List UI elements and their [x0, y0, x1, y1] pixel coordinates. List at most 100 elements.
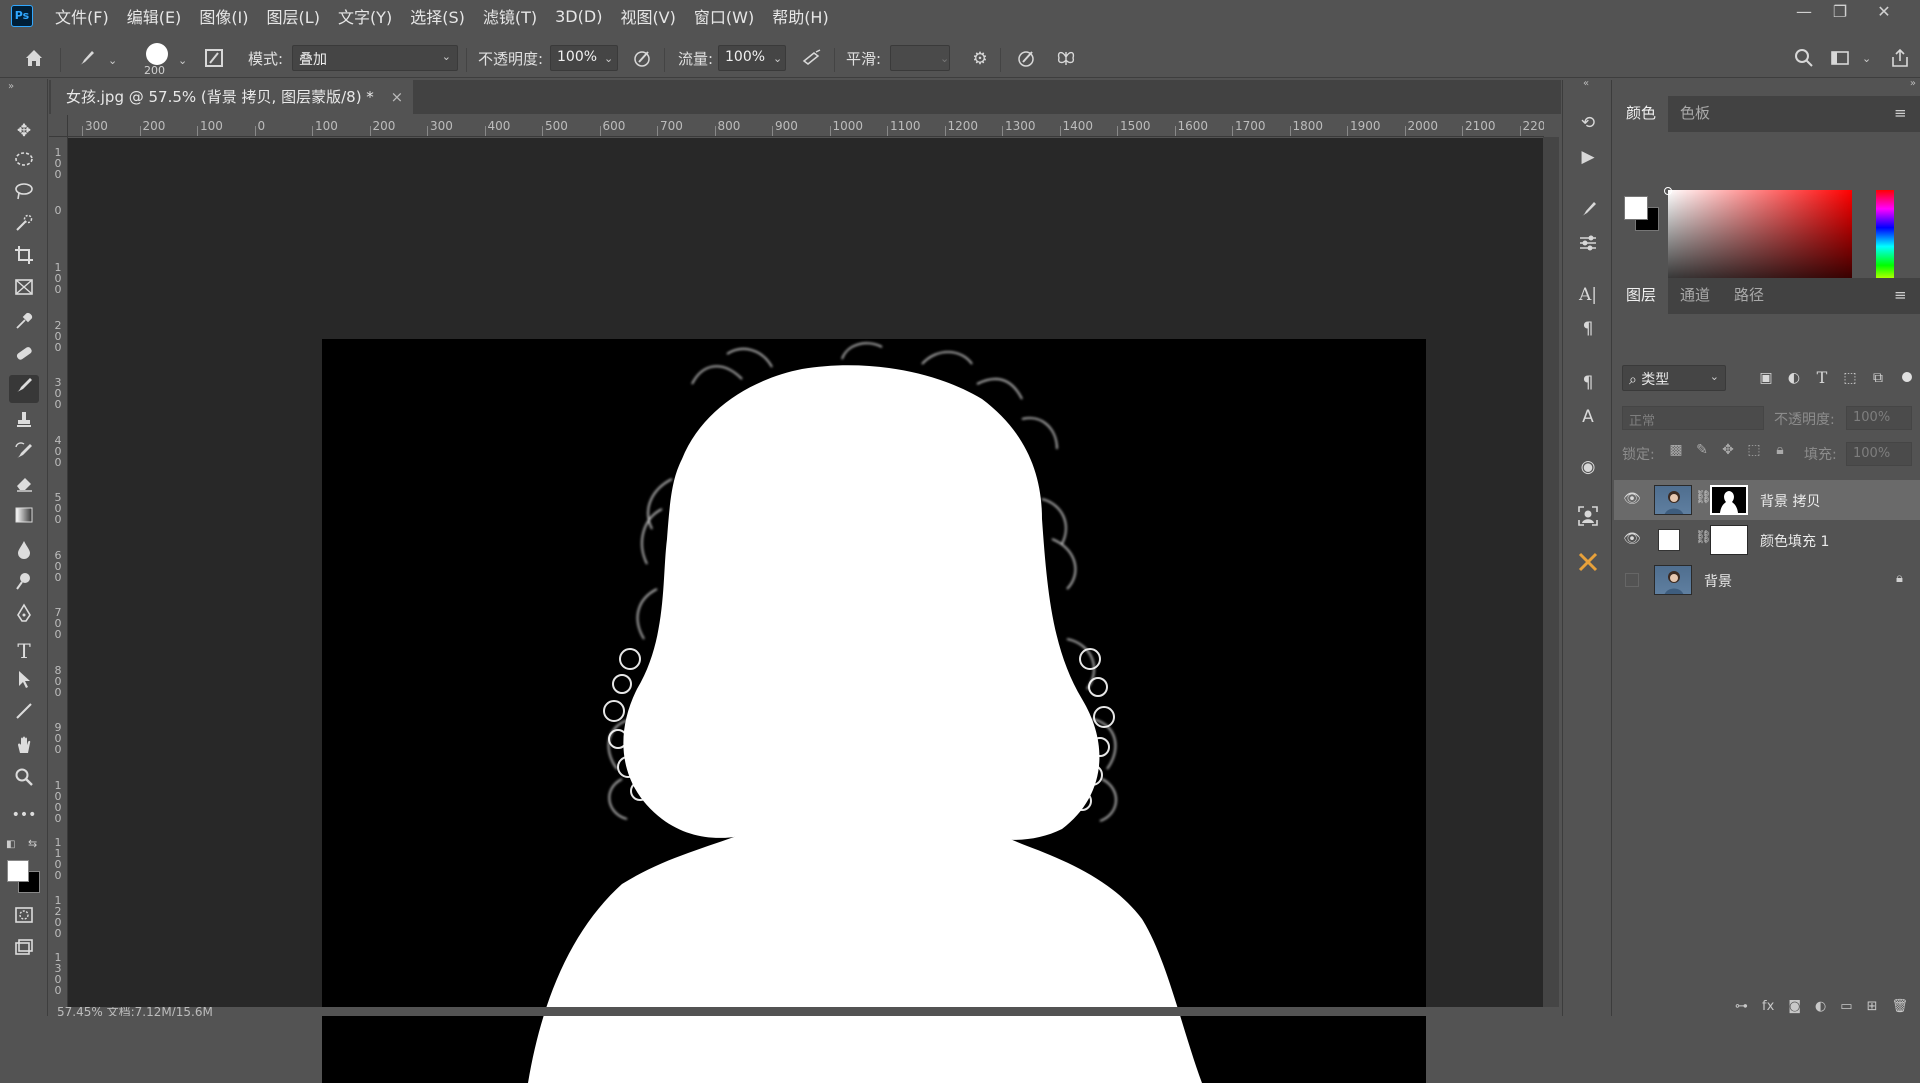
menu-select[interactable]: 选择(S) [410, 4, 465, 28]
tools-cross-icon[interactable] [1575, 550, 1601, 576]
visibility-toggle-off[interactable] [1625, 573, 1639, 587]
person-frame-icon[interactable] [1575, 504, 1601, 530]
menu-filter[interactable]: 滤镜(T) [483, 4, 537, 28]
workspace-icon[interactable] [1828, 47, 1852, 71]
layer-filter-select[interactable]: ⌕ 类型 ⌄ [1622, 365, 1726, 391]
type-tool-icon[interactable]: T [9, 637, 39, 665]
eyedropper-tool-icon[interactable] [9, 311, 39, 339]
layer-name[interactable]: 颜色填充 1 [1760, 531, 1829, 551]
layer-name[interactable]: 背景 拷贝 [1760, 491, 1820, 511]
blend-mode-select[interactable]: 叠加 ⌄ [292, 45, 458, 71]
filter-type-icon[interactable]: T [1810, 366, 1834, 390]
document-tab[interactable]: 女孩.jpg @ 57.5% (背景 拷贝, 图层蒙版/8) * × [51, 80, 414, 114]
path-selection-tool-icon[interactable] [9, 669, 39, 697]
brush-settings-icon[interactable] [1575, 198, 1601, 224]
actions-play-icon[interactable]: ▶ [1575, 144, 1601, 170]
lasso-tool-icon[interactable] [9, 181, 39, 209]
filter-smart-object-icon[interactable]: ⧉ [1866, 366, 1890, 390]
layer-row[interactable]: 👁︎ ⛓︎ 颜色填充 1 [1614, 520, 1920, 560]
crop-tool-icon[interactable] [9, 245, 39, 273]
collapse-chevron-icon[interactable]: « [1583, 78, 1589, 89]
menu-file[interactable]: 文件(F) [55, 4, 109, 28]
more-tools-icon[interactable]: ••• [9, 801, 39, 829]
close-document-icon[interactable]: × [391, 88, 404, 106]
visibility-eye-icon[interactable]: 👁︎ [1622, 491, 1642, 509]
color-picker-marker[interactable] [1664, 187, 1672, 195]
dodge-tool-icon[interactable] [9, 571, 39, 599]
fill-input[interactable]: 100% [1846, 442, 1912, 466]
new-adjustment-layer-icon[interactable]: ◐ [1815, 999, 1826, 1014]
brush-settings-panel-icon[interactable] [202, 47, 226, 71]
layer-row[interactable]: 背景 🔒︎ [1614, 560, 1920, 600]
layer-opacity-input[interactable]: 100% [1846, 406, 1912, 430]
tab-layers[interactable]: 图层 [1614, 278, 1669, 314]
lock-transparent-pixels-icon[interactable]: ▩ [1664, 442, 1688, 458]
filter-pixel-icon[interactable]: ▣ [1754, 366, 1778, 390]
gradient-tool-icon[interactable] [9, 505, 39, 533]
new-layer-icon[interactable]: ⊞ [1867, 999, 1878, 1014]
move-tool-icon[interactable]: ✥ [9, 117, 39, 145]
chevron-down-icon[interactable]: ⌄ [604, 52, 613, 65]
layer-mask-thumbnail[interactable] [1710, 525, 1748, 555]
chevron-down-icon[interactable]: ⌄ [1862, 52, 1871, 65]
lock-image-pixels-icon[interactable]: ✎ [1690, 442, 1714, 458]
chevron-down-icon[interactable]: ⌄ [178, 54, 187, 67]
character-styles-icon[interactable]: A [1575, 404, 1601, 430]
collapse-chevron-icon[interactable]: » [1910, 78, 1916, 89]
pressure-size-icon[interactable] [1014, 47, 1038, 71]
menu-3d[interactable]: 3D(D) [555, 7, 602, 26]
layer-row[interactable]: 👁︎ ⛓︎ 背景 拷贝 [1614, 480, 1920, 520]
filter-shape-icon[interactable]: ⬚ [1838, 366, 1862, 390]
foreground-color-swatch[interactable] [7, 860, 29, 882]
pen-tool-icon[interactable] [9, 603, 39, 631]
layer-mask-canvas[interactable] [322, 339, 1426, 1083]
layer-name[interactable]: 背景 [1704, 571, 1732, 591]
layer-thumbnail[interactable] [1654, 485, 1692, 515]
lock-artboard-icon[interactable]: ⬚ [1742, 442, 1766, 458]
quick-selection-tool-icon[interactable] [9, 213, 39, 241]
frame-tool-icon[interactable] [9, 277, 39, 305]
zoom-tool-icon[interactable] [9, 767, 39, 795]
blur-tool-icon[interactable] [9, 539, 39, 567]
brush-size-preview[interactable] [146, 43, 168, 65]
history-brush-tool-icon[interactable] [9, 441, 39, 469]
pressure-opacity-icon[interactable] [630, 47, 654, 71]
swap-colors-icon[interactable]: ⇆ [28, 837, 37, 850]
add-mask-icon[interactable]: ◙ [1788, 999, 1801, 1014]
history-icon[interactable]: ⟲ [1575, 110, 1601, 136]
default-colors-icon[interactable]: ◧ [6, 839, 15, 850]
menu-window[interactable]: 窗口(W) [694, 4, 754, 28]
close-window-button[interactable]: ✕ [1866, 0, 1902, 26]
hand-tool-icon[interactable] [9, 735, 39, 763]
mask-link-icon[interactable]: ⛓︎ [1695, 490, 1712, 505]
canvas-area[interactable] [68, 138, 1544, 1083]
search-icon[interactable] [1792, 47, 1816, 71]
share-icon[interactable] [1888, 47, 1912, 71]
lock-position-icon[interactable]: ✥ [1716, 442, 1740, 458]
paragraph-icon[interactable]: ¶ [1575, 316, 1601, 342]
tab-paths[interactable]: 路径 [1722, 278, 1776, 314]
tab-channels[interactable]: 通道 [1668, 278, 1722, 314]
quick-mask-icon[interactable] [9, 905, 39, 933]
mask-link-icon[interactable]: ⛓︎ [1695, 530, 1712, 545]
foreground-color-chip[interactable] [1624, 196, 1648, 220]
layer-style-fx-icon[interactable]: fx [1762, 999, 1774, 1014]
menu-view[interactable]: 视图(V) [620, 4, 675, 28]
symmetry-butterfly-icon[interactable] [1054, 47, 1078, 71]
filter-adjustment-icon[interactable]: ◐ [1782, 366, 1806, 390]
clone-stamp-tool-icon[interactable] [9, 409, 39, 437]
lock-all-icon[interactable]: 🔒︎ [1768, 442, 1792, 458]
vertical-scrollbar[interactable] [1543, 137, 1559, 1007]
panel-menu-icon[interactable]: ≡ [1894, 286, 1907, 304]
screen-mode-icon[interactable] [9, 937, 39, 965]
menu-type[interactable]: 文字(Y) [338, 4, 392, 28]
tab-swatches[interactable]: 色板 [1668, 96, 1722, 132]
menu-image[interactable]: 图像(I) [199, 4, 248, 28]
layer-thumbnail[interactable] [1654, 565, 1692, 595]
eraser-tool-icon[interactable] [9, 473, 39, 501]
link-layers-icon[interactable]: ⊶ [1735, 999, 1748, 1014]
line-tool-icon[interactable] [9, 701, 39, 729]
ruler-origin[interactable] [49, 115, 68, 137]
menu-layer[interactable]: 图层(L) [267, 4, 320, 28]
airbrush-icon[interactable] [800, 47, 824, 71]
